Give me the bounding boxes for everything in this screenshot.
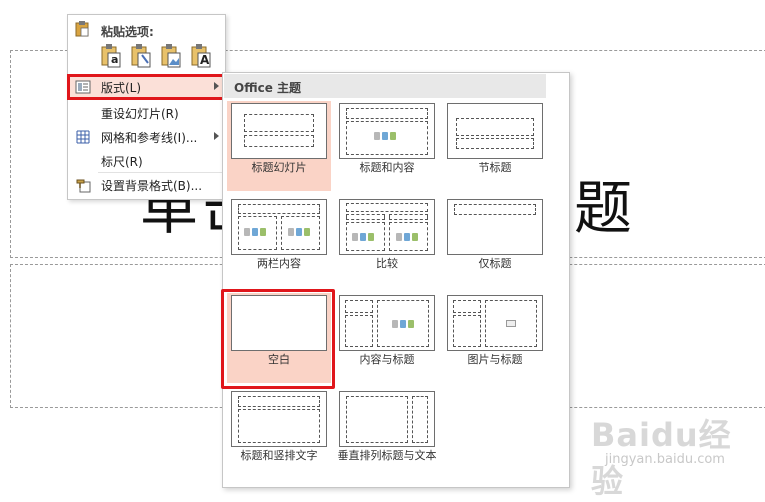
layout-tile-label: 标题和竖排文字 [240,449,318,462]
grid-icon [76,130,90,144]
layout-gallery: Office 主题 标题幻灯片 标题和内容 节标题 两栏内容 比较 仅标题 空白… [222,72,570,488]
content-placeholder-icons [244,227,268,237]
layout-tile-label: 标题幻灯片 [251,161,307,174]
layout-tile-label: 两栏内容 [257,257,301,270]
layout-tile-section-header[interactable]: 节标题 [443,101,547,191]
layout-icon [75,80,91,94]
content-placeholder-icons [374,131,398,141]
layout-tile-title-only[interactable]: 仅标题 [443,197,547,287]
layout-tile-label: 节标题 [478,161,512,174]
watermark-url: jingyan.baidu.com [605,452,725,467]
highlight-frame-blank-layout [221,289,335,389]
paste-brush-icon [131,44,151,68]
layout-thumbnail [339,103,435,159]
layout-thumbnail [447,295,543,351]
layout-thumbnail [339,199,435,255]
gallery-header: Office 主题 [224,74,546,98]
menu-item-ruler[interactable]: 标尺(R) [68,149,225,173]
layout-tile-label: 比较 [376,257,398,270]
layout-tile-label: 内容与标题 [359,353,415,366]
paste-text-only-button[interactable]: A [190,43,212,69]
paste-use-destination-theme-button[interactable]: a [100,43,122,69]
paste-options-header: 粘贴选项: [68,15,225,45]
layout-thumbnail [339,295,435,351]
menu-item-format-background[interactable]: 设置背景格式(B)... [68,173,225,197]
layout-tile-two-content[interactable]: 两栏内容 [227,197,331,287]
menu-item-label: 版式(L) [101,81,142,95]
layout-thumbnail [339,391,435,447]
submenu-arrow-icon [214,132,219,140]
picture-placeholder-icon [506,320,516,327]
context-menu: 粘贴选项: a A 版式(L) 重设幻灯片(R) 网格和参考线(I)... 标尺… [67,14,226,200]
layout-thumbnail [231,103,327,159]
content-placeholder-icons [288,227,312,237]
layout-tile-title-and-content[interactable]: 标题和内容 [335,101,439,191]
layout-tile-vertical-title-and-text[interactable]: 垂直排列标题与文本 [335,389,439,479]
menu-item-label: 网格和参考线(I)... [101,131,198,145]
layout-thumbnail [231,199,327,255]
menu-item-label: 重设幻灯片(R) [101,107,179,121]
paste-keep-source-formatting-button[interactable] [130,43,152,69]
baidu-jingyan-watermark: Baidu经验 jingyan.baidu.com [585,410,760,500]
layout-thumbnail [447,199,543,255]
menu-item-label: 设置背景格式(B)... [101,179,203,193]
content-placeholder-icons [392,319,416,329]
layout-thumbnail [231,391,327,447]
layout-tile-content-with-caption[interactable]: 内容与标题 [335,293,439,383]
menu-item-label: 标尺(R) [101,155,143,169]
layout-tile-label: 图片与标题 [467,353,523,366]
layout-tile-comparison[interactable]: 比较 [335,197,439,287]
submenu-arrow-icon [214,82,219,90]
paste-picture-icon [161,44,181,68]
layout-tile-picture-with-caption[interactable]: 图片与标题 [443,293,547,383]
clipboard-icon [75,21,89,37]
menu-item-grid-and-guides[interactable]: 网格和参考线(I)... [68,125,225,149]
layout-tile-label: 垂直排列标题与文本 [337,449,437,462]
content-placeholder-icons [396,232,420,242]
layout-thumbnail [447,103,543,159]
paste-picture-button[interactable] [160,43,182,69]
layout-tile-title-slide[interactable]: 标题幻灯片 [227,101,331,191]
layout-tile-title-and-vertical-text[interactable]: 标题和竖排文字 [227,389,331,479]
layout-tile-label: 仅标题 [478,257,512,270]
background-format-icon [76,179,91,193]
paste-icon-letter: a [111,53,119,66]
paste-options-label: 粘贴选项: [101,25,154,39]
paste-icon-letter: A [200,53,210,67]
content-placeholder-icons [352,232,376,242]
gallery-header-label: Office 主题 [234,81,302,95]
layout-tile-label: 标题和内容 [359,161,415,174]
menu-item-layout[interactable]: 版式(L) [67,74,226,100]
menu-item-reset-slide[interactable]: 重设幻灯片(R) [68,101,225,125]
